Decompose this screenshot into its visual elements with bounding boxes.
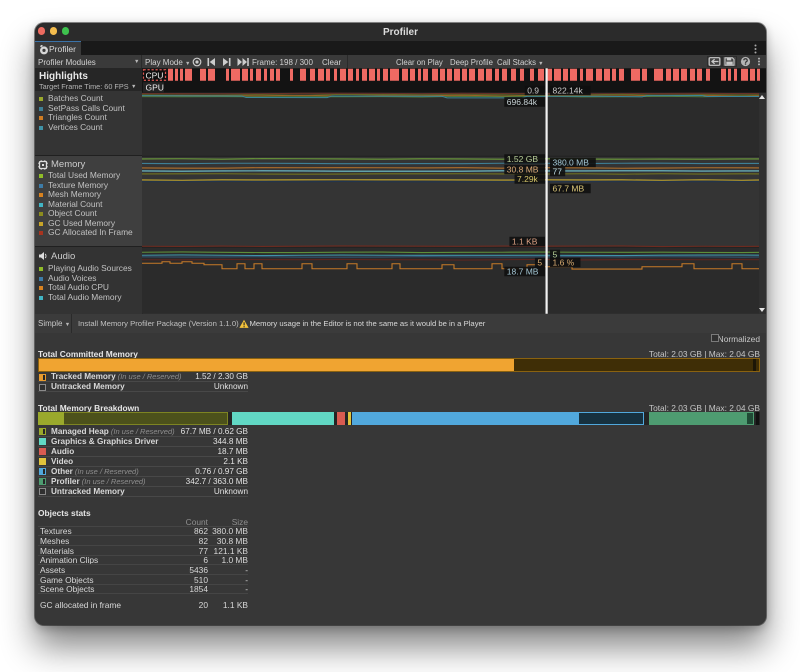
svg-text:18.7 MB: 18.7 MB — [507, 266, 539, 276]
svg-text:GPU: GPU — [146, 82, 164, 92]
svg-text:77: 77 — [553, 166, 563, 176]
svg-text:67.7 MB: 67.7 MB — [553, 183, 585, 193]
svg-text:7.29k: 7.29k — [517, 174, 539, 184]
svg-text:1.6 %: 1.6 % — [553, 257, 575, 267]
svg-text:696.84k: 696.84k — [507, 97, 538, 107]
svg-text:1.1 KB: 1.1 KB — [512, 236, 538, 246]
svg-text:822.14k: 822.14k — [553, 85, 584, 95]
svg-text:0.9: 0.9 — [527, 85, 539, 95]
svg-text:1.52 GB: 1.52 GB — [507, 154, 539, 164]
svg-text:CPU: CPU — [146, 70, 164, 80]
svg-text:30.8 MB: 30.8 MB — [507, 164, 539, 174]
